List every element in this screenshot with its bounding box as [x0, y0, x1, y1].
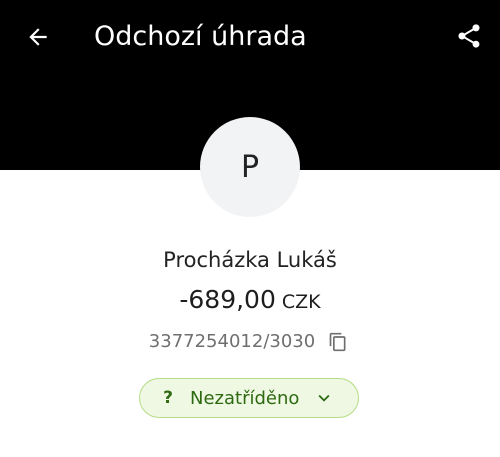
account-number: 3377254012/3030: [148, 331, 316, 352]
back-button[interactable]: [18, 17, 58, 57]
amount-row: -689,00 CZK: [0, 282, 500, 320]
amount-value: -689,00: [179, 285, 276, 314]
page-title: Odchozí úhrada: [94, 21, 307, 52]
counterparty-name: Procházka Lukáš: [163, 248, 337, 272]
copy-account-button[interactable]: [325, 329, 351, 355]
chevron-down-icon: [313, 387, 335, 409]
category-chip[interactable]: ? Nezatříděno: [139, 378, 359, 418]
account-row: 3377254012/3030: [0, 329, 500, 355]
avatar: P: [200, 117, 300, 217]
currency-label: CZK: [281, 291, 321, 313]
question-mark-icon: ?: [163, 388, 173, 408]
arrow-left-icon: [29, 28, 47, 46]
share-icon: [458, 24, 480, 48]
category-label: Nezatříděno: [190, 387, 300, 409]
copy-icon: [329, 332, 346, 352]
share-button[interactable]: [448, 15, 490, 57]
transaction-detail-screen: Odchozí úhrada P Procházka Lukáš -689,00…: [0, 0, 500, 457]
